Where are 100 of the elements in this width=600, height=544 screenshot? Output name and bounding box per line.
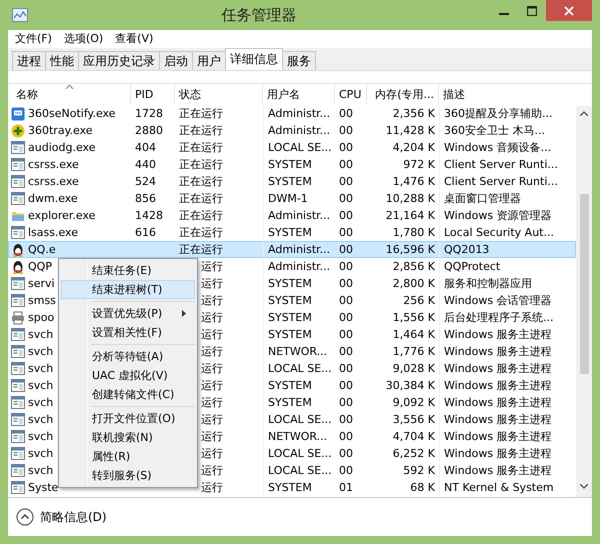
- table-cell: 00: [339, 379, 353, 392]
- table-cell: 桌面窗口管理器: [444, 192, 521, 205]
- table-cell: Client Server Runti...: [444, 175, 558, 188]
- table-cell: Windows 服务主进程: [444, 413, 552, 426]
- table-cell: svch: [28, 345, 54, 358]
- table-cell: LOCAL SE...: [268, 413, 332, 426]
- table-cell: 00: [339, 294, 353, 307]
- table-row[interactable]: explorer.exe 1428 正在运行 Administr... 00 21,164 K Windows 资源管理器: [8, 207, 576, 224]
- column-header[interactable]: PID: [135, 88, 154, 101]
- table-cell: 4,704 K: [392, 430, 435, 443]
- context-menu-item[interactable]: 设置相关性(F): [61, 323, 195, 342]
- table-cell: 360安全卫士 木马...: [444, 124, 545, 137]
- table-cell: csrss.exe: [28, 158, 79, 171]
- scrollbar-thumb[interactable]: [580, 194, 588, 374]
- table-cell: Local Security Aut...: [444, 226, 554, 239]
- table-cell: 00: [339, 124, 353, 137]
- table-cell: 00: [339, 158, 353, 171]
- tab[interactable]: 应用历史记录: [78, 51, 160, 70]
- table-row[interactable]: audiodg.exe 404 正在运行 LOCAL SE... 00 4,204 K Windows 音频设备...: [8, 139, 576, 156]
- minimize-icon: [499, 13, 509, 15]
- table-cell: SYSTEM: [268, 481, 312, 494]
- tab[interactable]: 启动: [159, 51, 193, 70]
- table-cell: Windows 服务主进程: [444, 430, 552, 443]
- scrollbar[interactable]: [576, 106, 592, 497]
- table-cell: svch: [28, 464, 54, 477]
- tab[interactable]: 性能: [45, 51, 79, 70]
- table-cell: 30,384 K: [386, 379, 435, 392]
- column-header[interactable]: 内存(专用...: [375, 87, 434, 102]
- table-cell: spoo: [28, 311, 54, 324]
- table-cell: 运行: [201, 464, 223, 477]
- tab[interactable]: 详细信息: [225, 48, 283, 70]
- context-menu-item[interactable]: 联机搜索(N): [61, 428, 195, 447]
- table-cell: 00: [339, 311, 353, 324]
- column-header[interactable]: 描述: [443, 87, 465, 102]
- table-cell: dwm.exe: [28, 192, 78, 205]
- table-row[interactable]: csrss.exe 524 正在运行 SYSTEM 00 1,476 K Client Server Runti...: [8, 173, 576, 190]
- table-cell: NETWOR...: [268, 345, 328, 358]
- menu-item[interactable]: 文件(F): [10, 30, 57, 48]
- scroll-up-icon: [580, 111, 588, 116]
- column-header[interactable]: CPU: [339, 88, 362, 101]
- table-row[interactable]: csrss.exe 440 正在运行 SYSTEM 00 972 K Client Server Runti...: [8, 156, 576, 173]
- table-cell: audiodg.exe: [28, 141, 96, 154]
- window-icon: [11, 362, 25, 375]
- table-cell: 运行: [201, 362, 223, 375]
- table-cell: Windows 服务主进程: [444, 396, 552, 409]
- table-cell: 856: [135, 192, 156, 205]
- window-title: 任务管理器: [220, 6, 298, 24]
- table-cell: Administr...: [268, 243, 330, 256]
- table-cell: 9,092 K: [392, 396, 435, 409]
- column-header[interactable]: 状态: [179, 87, 201, 102]
- table-cell: 1728: [135, 107, 163, 120]
- table-cell: 972 K: [403, 158, 435, 171]
- context-menu-item[interactable]: 结束进程树(T): [61, 280, 195, 299]
- table-cell: 00: [339, 362, 353, 375]
- menu-item[interactable]: 查看(V): [110, 30, 158, 48]
- table-cell: 21,164 K: [386, 209, 435, 222]
- close-icon: [564, 6, 574, 16]
- fewer-details-button[interactable]: 简略信息(D): [16, 508, 107, 526]
- table-row[interactable]: dwm.exe 856 正在运行 DWM-1 00 10,288 K 桌面窗口管理器: [8, 190, 576, 207]
- table-cell: 3,556 K: [392, 413, 435, 426]
- collapse-icon: [16, 508, 34, 526]
- table-cell: 运行: [201, 311, 223, 324]
- table-cell: 00: [339, 430, 353, 443]
- table-row[interactable]: lsass.exe 616 正在运行 SYSTEM 00 1,780 K Local Security Aut...: [8, 224, 576, 241]
- table-cell: 2,856 K: [392, 260, 435, 273]
- table-cell: 运行: [201, 345, 223, 358]
- table-cell: Client Server Runti...: [444, 158, 558, 171]
- window-icon: [11, 481, 25, 494]
- menu-item[interactable]: 选项(O): [58, 30, 108, 48]
- table-cell: 运行: [201, 277, 223, 290]
- table-row[interactable]: QQ.e 正在运行 Administr... 00 16,596 K QQ2013: [8, 241, 576, 258]
- tab[interactable]: 进程: [12, 51, 46, 70]
- table-cell: 运行: [201, 260, 223, 273]
- tab[interactable]: 服务: [282, 51, 316, 70]
- table-cell: 运行: [201, 294, 223, 307]
- table-cell: 4,204 K: [392, 141, 435, 154]
- printer-icon: [11, 310, 25, 324]
- table-cell: 404: [135, 141, 156, 154]
- table-cell: Administr...: [268, 260, 330, 273]
- table-cell: 00: [339, 141, 353, 154]
- table-row[interactable]: 360tray.exe 2880 正在运行 Administr... 00 11,428 K 360安全卫士 木马...: [8, 122, 576, 139]
- column-header[interactable]: 用户名: [267, 87, 300, 102]
- table-cell: DWM-1: [268, 192, 308, 205]
- scroll-down-icon: [580, 484, 588, 489]
- context-menu-item[interactable]: 打开文件位置(O): [61, 409, 195, 428]
- table-cell: 00: [339, 345, 353, 358]
- window-icon: [11, 141, 25, 154]
- table-cell: SYSTEM: [268, 379, 312, 392]
- table-cell: 01: [339, 481, 353, 494]
- table-cell: NETWOR...: [268, 430, 328, 443]
- table-cell: 00: [339, 175, 353, 188]
- table-cell: 1,476 K: [392, 175, 435, 188]
- window-icon: [11, 226, 25, 239]
- table-cell: 00: [339, 209, 353, 222]
- table-cell: 00: [339, 107, 353, 120]
- table-cell: 1428: [135, 209, 163, 222]
- close-button[interactable]: [546, 0, 592, 21]
- column-header[interactable]: 名称: [12, 87, 38, 102]
- table-row[interactable]: 360seNotify.exe 1728 正在运行 Administr... 00 2,356 K 360提醒及分享辅助...: [8, 105, 576, 122]
- table-cell: Windows 服务主进程: [444, 379, 552, 392]
